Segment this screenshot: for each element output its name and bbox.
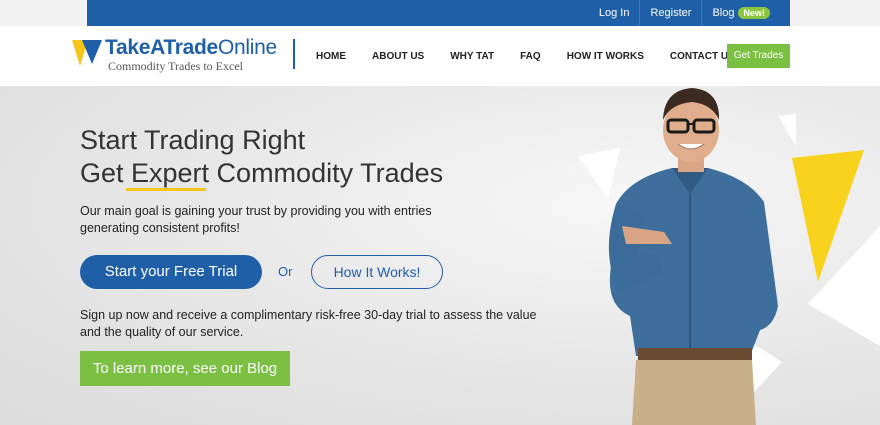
blog-link[interactable]: Blog New! <box>702 0 780 26</box>
how-it-works-button[interactable]: How It Works! <box>311 255 443 289</box>
hero-section: Start Trading Right Get Expert Commodity… <box>0 86 880 425</box>
logo-name-bold: TakeATrade <box>105 36 218 59</box>
nav-faq[interactable]: FAQ <box>520 51 541 62</box>
model-figure <box>608 88 778 425</box>
site-logo[interactable]: TakeATradeOnline Commodity Trades to Exc… <box>72 36 292 76</box>
top-links: Log In Register Blog New! <box>589 0 780 26</box>
headline-underline <box>126 188 206 191</box>
site-header: TakeATradeOnline Commodity Trades to Exc… <box>0 26 880 86</box>
logo-triangle-icon <box>72 40 102 66</box>
logo-wordmark: TakeATradeOnline <box>105 36 277 60</box>
white-triangle-top <box>778 114 796 146</box>
headline-line-2: Get Expert Commodity Trades <box>80 158 444 188</box>
white-triangle-left <box>578 148 620 198</box>
nav-home[interactable]: HOME <box>316 51 346 62</box>
logo-tagline: Commodity Trades to Excel <box>108 59 243 73</box>
logo-name-light: Online <box>217 36 277 59</box>
login-link[interactable]: Log In <box>589 0 640 26</box>
header-divider <box>293 39 295 69</box>
nav-why-tat[interactable]: WHY TAT <box>450 51 494 62</box>
new-badge: New! <box>738 7 770 19</box>
main-nav: HOME ABOUT US WHY TAT FAQ HOW IT WORKS C… <box>316 26 761 86</box>
hero-description: Our main goal is gaining your trust by p… <box>80 204 432 235</box>
nav-contact-us[interactable]: CONTACT US <box>670 51 735 62</box>
nav-about-us[interactable]: ABOUT US <box>372 51 424 62</box>
start-free-trial-button[interactable]: Start your Free Trial <box>80 255 262 289</box>
hero-headline: Start Trading Right Get Expert Commodity… <box>80 124 444 191</box>
hero-illustration <box>578 88 880 425</box>
headline-line-1: Start Trading Right <box>80 125 306 155</box>
or-separator: Or <box>278 264 293 279</box>
get-trades-button[interactable]: Get Trades <box>727 44 790 68</box>
nav-how-it-works[interactable]: HOW IT WORKS <box>567 51 644 62</box>
top-bar-strip: Log In Register Blog New! <box>87 0 790 26</box>
learn-more-blog-button[interactable]: To learn more, see our Blog <box>80 351 290 386</box>
blog-link-label: Blog <box>712 7 735 19</box>
signup-text: Sign up now and receive a complimentary … <box>80 308 537 339</box>
register-link[interactable]: Register <box>640 0 701 26</box>
top-bar: Log In Register Blog New! <box>0 0 880 26</box>
